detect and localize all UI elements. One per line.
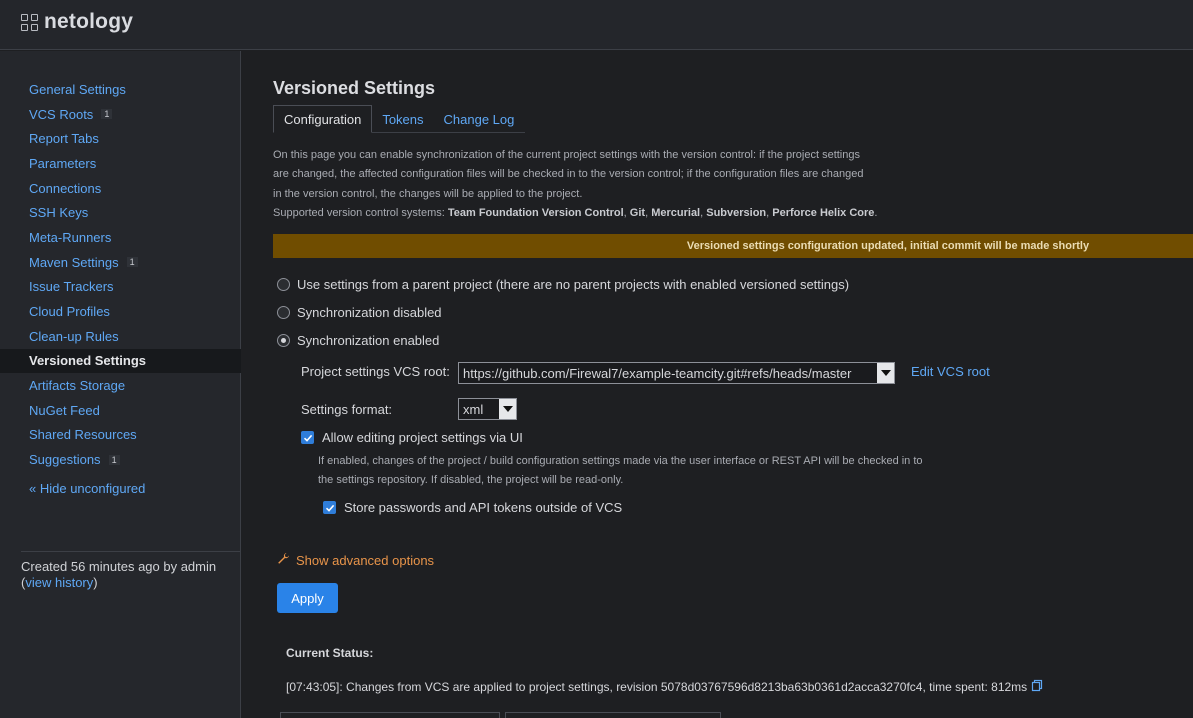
radio-button-selected[interactable]	[277, 334, 290, 347]
sidebar-item[interactable]: Parameters	[0, 151, 241, 176]
apply-button[interactable]: Apply	[277, 583, 338, 613]
checkbox-checked[interactable]	[323, 501, 336, 514]
sidebar-item-label: Connections	[29, 180, 102, 196]
sidebar-item[interactable]: Meta-Runners	[0, 225, 241, 250]
radio-sync-disabled[interactable]: Synchronization disabled	[277, 305, 442, 320]
sidebar-item-label: Versioned Settings	[29, 353, 147, 369]
radio-parent-settings[interactable]: Use settings from a parent project (ther…	[277, 277, 849, 292]
sidebar-item[interactable]: Clean-up Rules	[0, 324, 241, 349]
vcs-root-label: Project settings VCS root:	[301, 364, 450, 379]
vcs-system: Git	[629, 206, 646, 219]
sidebar-item-label: General Settings	[29, 81, 126, 97]
sidebar-item-label: Maven Settings	[29, 254, 119, 270]
created-text: Created 56 minutes ago by admin	[21, 559, 217, 574]
radio-sync-enabled[interactable]: Synchronization enabled	[277, 333, 439, 348]
show-advanced-options-link[interactable]: Show advanced options	[277, 552, 434, 568]
vcs-system: Subversion	[706, 206, 767, 219]
sidebar-item-label: Suggestions	[29, 452, 101, 468]
sidebar-item[interactable]: Versioned Settings	[0, 348, 241, 374]
grid-icon	[21, 13, 38, 31]
sidebar: General Settings VCS Roots 1 Report Tabs Par…	[0, 51, 241, 718]
tabs: Configuration Tokens Change Log	[273, 105, 525, 133]
radio-button[interactable]	[277, 278, 290, 291]
count-badge: 1	[126, 257, 138, 268]
sidebar-item-label: Issue Trackers	[29, 279, 114, 295]
vcs-root-value: https://github.com/Firewal7/example-team…	[463, 365, 852, 381]
bottom-panels	[280, 712, 721, 718]
tab-change-log[interactable]: Change Log	[434, 105, 525, 133]
sidebar-item-label: VCS Roots	[29, 106, 94, 122]
vcs-system: Team Foundation Version Control	[447, 206, 624, 219]
description-line: are changed, the affected configuration …	[273, 168, 864, 181]
history-close: )	[93, 574, 98, 590]
chevron-down-icon[interactable]	[877, 363, 894, 383]
allow-editing-label: Allow editing project settings via UI	[322, 430, 523, 445]
sidebar-item-label: SSH Keys	[29, 205, 89, 221]
sidebar-item[interactable]: Maven Settings 1	[0, 250, 241, 275]
description-line: On this page you can enable synchronizat…	[273, 149, 860, 161]
copy-icon[interactable]	[1031, 679, 1044, 695]
description: On this page you can enable synchronizat…	[273, 146, 913, 223]
radio-label: Synchronization disabled	[297, 305, 442, 320]
hide-unconfigured-link[interactable]: « Hide unconfigured	[29, 481, 145, 496]
sidebar-item[interactable]: Cloud Profiles	[0, 299, 241, 324]
radio-label: Use settings from a parent project (ther…	[297, 277, 850, 292]
store-passwords-label: Store passwords and API tokens outside o…	[344, 500, 623, 515]
store-passwords-checkbox-row[interactable]: Store passwords and API tokens outside o…	[323, 500, 622, 515]
sidebar-item-label: Parameters	[29, 155, 97, 171]
sidebar-item-label: NuGet Feed	[29, 402, 100, 418]
settings-format-value: xml	[463, 401, 484, 417]
sidebar-item[interactable]: SSH Keys	[0, 200, 241, 225]
radio-label: Synchronization enabled	[297, 333, 440, 348]
sidebar-item-label: Cloud Profiles	[29, 304, 110, 320]
sidebar-item[interactable]: Issue Trackers	[0, 275, 241, 300]
top-bar: netology	[0, 0, 1193, 50]
update-banner: Versioned settings configuration updated…	[273, 234, 1193, 258]
checkbox-checked[interactable]	[301, 431, 314, 444]
edit-vcs-root-link[interactable]: Edit VCS root	[911, 364, 990, 379]
sidebar-item[interactable]: NuGet Feed	[0, 398, 241, 423]
settings-format-label: Settings format:	[301, 402, 393, 417]
count-badge: 1	[101, 109, 113, 120]
sidebar-item[interactable]: Report Tabs	[0, 126, 241, 151]
tab-tokens[interactable]: Tokens	[372, 105, 433, 133]
panel	[280, 712, 500, 718]
settings-format-select[interactable]: xml	[458, 398, 517, 420]
sidebar-item[interactable]: Artifacts Storage	[0, 373, 241, 398]
allow-editing-checkbox-row[interactable]: Allow editing project settings via UI	[301, 430, 523, 445]
sidebar-item-label: Report Tabs	[29, 131, 99, 147]
sidebar-item[interactable]: Shared Resources	[0, 423, 241, 448]
supported-systems: Supported version control systems: Team …	[273, 206, 878, 219]
sidebar-item-label: Meta-Runners	[29, 229, 112, 245]
sidebar-item[interactable]: Suggestions 1	[0, 447, 241, 472]
sidebar-item[interactable]: Connections	[0, 176, 241, 201]
sidebar-item[interactable]: General Settings	[0, 77, 241, 102]
logo[interactable]: netology	[21, 10, 133, 34]
vcs-root-select[interactable]: https://github.com/Firewal7/example-team…	[458, 362, 895, 384]
current-status-line: [07:43:05]: Changes from VCS are applied…	[286, 679, 1044, 695]
vcs-system: Mercurial	[651, 206, 701, 219]
count-badge: 1	[108, 454, 120, 465]
radio-button[interactable]	[277, 306, 290, 319]
sidebar-item-label: Clean-up Rules	[29, 328, 119, 344]
view-history-link[interactable]: view history	[25, 575, 93, 590]
page-title: Versioned Settings	[273, 78, 436, 98]
wrench-icon	[277, 552, 290, 568]
sidebar-item[interactable]: VCS Roots 1	[0, 102, 241, 127]
created-info: Created 56 minutes ago by admin (view hi…	[21, 559, 216, 590]
sidebar-nav: General Settings VCS Roots 1 Report Tabs Par…	[0, 77, 241, 472]
chevron-down-icon[interactable]	[499, 399, 516, 419]
sidebar-item-label: Shared Resources	[29, 427, 137, 443]
sidebar-divider	[21, 551, 241, 552]
current-status-title: Current Status:	[286, 646, 374, 660]
description-line: in the version control, the changes will…	[273, 187, 583, 200]
vcs-system: Perforce Helix Core	[772, 206, 875, 219]
panel	[505, 712, 721, 718]
tab-configuration[interactable]: Configuration	[273, 105, 373, 133]
brand-name: netology	[44, 10, 134, 33]
allow-editing-hint: If enabled, changes of the project / bui…	[318, 455, 923, 486]
sidebar-item-label: Artifacts Storage	[29, 378, 126, 394]
